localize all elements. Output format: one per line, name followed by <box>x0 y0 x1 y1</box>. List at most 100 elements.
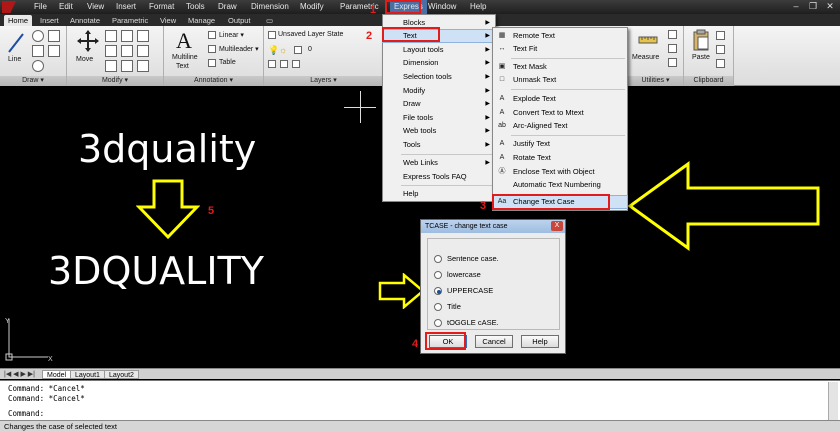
rotate-icon[interactable] <box>105 30 117 42</box>
erase-icon[interactable] <box>137 30 149 42</box>
draw-panel-title[interactable]: Draw ▾ <box>0 76 66 86</box>
id-point-icon[interactable] <box>668 44 677 53</box>
annotation-panel-title[interactable]: Annotation ▾ <box>164 76 263 86</box>
menu-item-web-links[interactable]: Web Links ▶ <box>383 157 495 169</box>
radio-title[interactable]: Title <box>434 301 461 313</box>
radio-sentence-case[interactable]: Sentence case. <box>434 253 499 265</box>
layer-tool-3-icon[interactable] <box>292 60 300 68</box>
quick-calc-icon[interactable] <box>668 30 677 39</box>
tab-insert[interactable]: Insert <box>36 15 63 26</box>
layers-panel-title[interactable]: Layers ▾ <box>264 76 383 86</box>
circle-icon[interactable] <box>32 30 44 42</box>
tab-parametric[interactable]: Parametric <box>108 15 152 26</box>
layer-tool-2-icon[interactable] <box>280 60 288 68</box>
submenu-remote-text[interactable]: ▦ Remote Text <box>493 30 627 42</box>
submenu-justify-text[interactable]: A Justify Text <box>493 138 627 150</box>
multileader-icon[interactable] <box>208 45 216 53</box>
table-icon[interactable] <box>208 59 216 67</box>
tab-layout1[interactable]: Layout1 <box>70 370 105 379</box>
stretch-icon[interactable] <box>105 60 117 72</box>
current-layer-value[interactable]: 0 <box>308 46 312 53</box>
menu-view[interactable]: View <box>87 2 104 11</box>
ribbon-toggle-icon[interactable]: ▭ <box>264 15 275 26</box>
menu-file[interactable]: File <box>34 2 47 11</box>
menu-format[interactable]: Format <box>149 2 174 11</box>
menu-item-selection-tools[interactable]: Selection tools ▶ <box>383 71 495 83</box>
copy-clip-icon[interactable] <box>716 45 725 54</box>
minimize-icon[interactable]: – <box>788 1 804 12</box>
radio-toggle-case[interactable]: tOGGLE cASE. <box>434 317 499 329</box>
layer-freeze-icon[interactable]: ☼ <box>279 45 287 55</box>
app-logo-icon[interactable] <box>2 1 16 13</box>
menu-item-file-tools[interactable]: File tools ▶ <box>383 112 495 124</box>
menu-window[interactable]: Window <box>428 2 456 11</box>
submenu-arc-aligned-text[interactable]: ab Arc-Aligned Text <box>493 120 627 132</box>
mirror-icon[interactable] <box>121 45 133 57</box>
tab-manage[interactable]: Manage <box>184 15 219 26</box>
modify-panel-title[interactable]: Modify ▾ <box>67 76 163 86</box>
menu-edit[interactable]: Edit <box>59 2 73 11</box>
restore-icon[interactable]: ❐ <box>805 1 821 12</box>
tab-nav-icons[interactable]: |◀ ◀ ▶ ▶| <box>4 370 35 378</box>
submenu-text-fit[interactable]: ↔ Text Fit <box>493 43 627 55</box>
menu-item-draw[interactable]: Draw ▶ <box>383 98 495 110</box>
cancel-button[interactable]: Cancel <box>475 335 513 348</box>
measure-icon[interactable] <box>638 30 658 50</box>
tab-layout2[interactable]: Layout2 <box>104 370 139 379</box>
submenu-enclose-text[interactable]: Ⓐ Enclose Text with Object <box>493 166 627 178</box>
trim-icon[interactable] <box>121 30 133 42</box>
scale-icon[interactable] <box>121 60 133 72</box>
array-icon[interactable] <box>137 60 149 72</box>
copy-icon[interactable] <box>105 45 117 57</box>
submenu-text-mask[interactable]: ▣ Text Mask <box>493 61 627 73</box>
menu-item-help[interactable]: Help <box>383 188 495 200</box>
polyline-icon[interactable] <box>32 45 44 57</box>
command-line[interactable]: Command: *Cancel* Command: *Cancel* Comm… <box>0 380 840 420</box>
command-scrollbar[interactable] <box>828 382 838 420</box>
close-window-icon[interactable]: ✕ <box>822 1 838 12</box>
multiline-text-icon[interactable]: A <box>176 28 192 54</box>
help-button[interactable]: Help <box>521 335 559 348</box>
tab-output[interactable]: Output <box>224 15 255 26</box>
menu-item-dimension[interactable]: Dimension ▶ <box>383 57 495 69</box>
dialog-close-button[interactable]: X <box>551 221 563 231</box>
command-prompt[interactable]: Command: <box>8 409 44 418</box>
radio-lowercase[interactable]: lowercase <box>434 269 481 281</box>
arc-icon[interactable] <box>48 30 60 42</box>
menu-modify[interactable]: Modify <box>300 2 324 11</box>
rectangle-icon[interactable] <box>48 45 60 57</box>
layer-properties-icon[interactable] <box>268 31 276 39</box>
menu-item-tools[interactable]: Tools ▶ <box>383 139 495 151</box>
cut-icon[interactable] <box>716 31 725 40</box>
quick-select-icon[interactable] <box>668 58 677 67</box>
layer-on-icon[interactable]: 💡 <box>268 45 279 56</box>
match-properties-icon[interactable] <box>716 59 725 68</box>
layer-state-dropdown[interactable]: Unsaved Layer State <box>278 31 343 38</box>
tab-home[interactable]: Home <box>4 15 33 26</box>
menu-item-modify[interactable]: Modify ▶ <box>383 85 495 97</box>
submenu-explode-text[interactable]: A Explode Text <box>493 93 627 105</box>
layer-tool-1-icon[interactable] <box>268 60 276 68</box>
menu-help[interactable]: Help <box>470 2 486 11</box>
fillet-icon[interactable] <box>137 45 149 57</box>
tab-view[interactable]: View <box>156 15 180 26</box>
table-label[interactable]: Table <box>219 59 236 66</box>
tab-model[interactable]: Model <box>42 370 72 379</box>
paste-icon[interactable] <box>692 29 710 51</box>
menu-item-express-tools-faq[interactable]: Express Tools FAQ <box>383 171 495 183</box>
linear-label[interactable]: Linear ▾ <box>219 31 244 39</box>
linear-dimension-icon[interactable] <box>208 31 216 39</box>
radio-uppercase[interactable]: UPPERCASE <box>434 285 493 297</box>
menu-item-layout-tools[interactable]: Layout tools ▶ <box>383 44 495 56</box>
multileader-label[interactable]: Multileader ▾ <box>219 45 259 53</box>
tab-annotate[interactable]: Annotate <box>66 15 104 26</box>
menu-tools[interactable]: Tools <box>186 2 205 11</box>
line-icon[interactable] <box>6 30 26 56</box>
submenu-convert-text-to-mtext[interactable]: A Convert Text to Mtext <box>493 107 627 119</box>
ellipse-icon[interactable] <box>32 60 44 72</box>
menu-draw[interactable]: Draw <box>218 2 237 11</box>
menu-item-web-tools[interactable]: Web tools ▶ <box>383 125 495 137</box>
submenu-rotate-text[interactable]: A Rotate Text <box>493 152 627 164</box>
menu-insert[interactable]: Insert <box>116 2 136 11</box>
utilities-panel-title[interactable]: Utilities ▾ <box>628 76 683 86</box>
